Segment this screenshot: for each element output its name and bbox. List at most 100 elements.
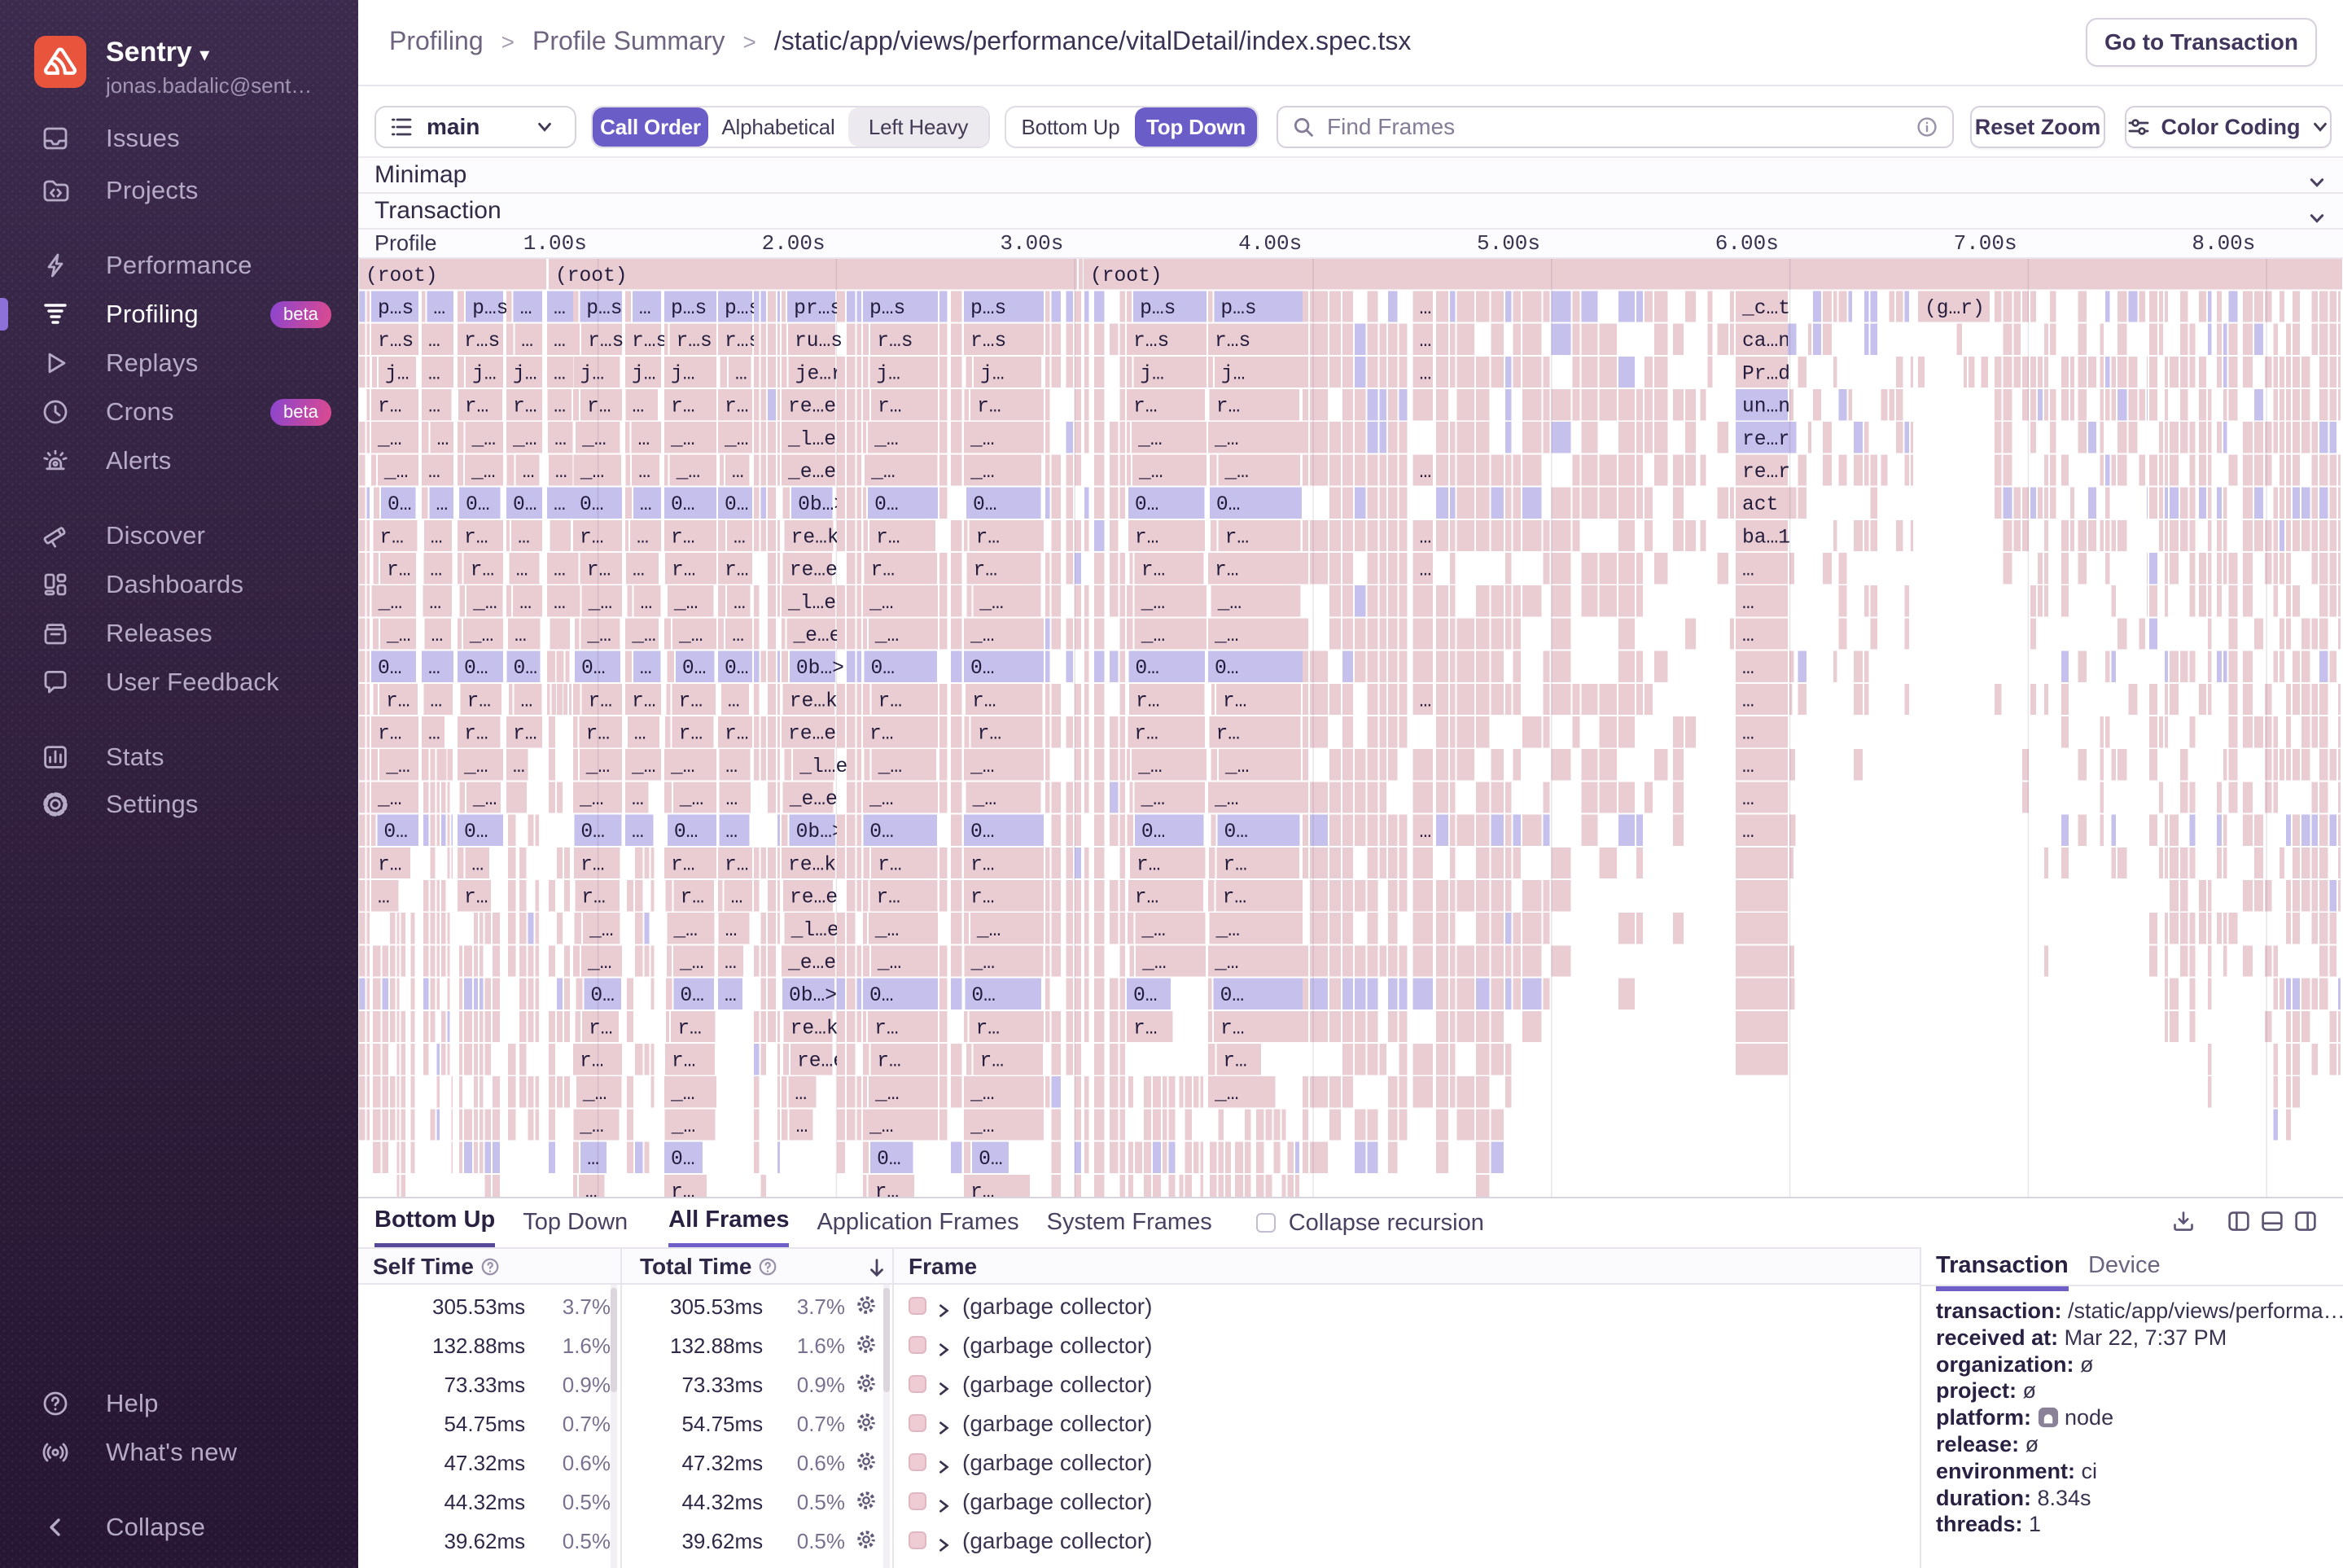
svg-text:…: … (554, 363, 566, 385)
svg-text:r…: r… (677, 1018, 702, 1040)
svg-text:_e…e: _e…e (787, 462, 836, 484)
svg-text:_e…e: _e…e (792, 625, 841, 647)
svg-text:r…: r… (1135, 887, 1159, 909)
svg-text:_e…e: _e…e (787, 953, 836, 975)
svg-text:r…: r… (387, 560, 411, 582)
svg-text:…: … (516, 560, 528, 582)
svg-text:r…: r… (725, 854, 749, 876)
svg-text:0…: 0… (581, 658, 606, 680)
svg-text:r…: r… (877, 1051, 901, 1073)
svg-text:…: … (725, 821, 738, 843)
svg-text:…: … (587, 1149, 599, 1171)
svg-text:_…: _… (679, 789, 704, 811)
svg-text:_…: _… (874, 920, 900, 942)
svg-text:j…: j… (1221, 363, 1246, 385)
svg-text:r…: r… (973, 560, 997, 582)
svg-text:…: … (633, 560, 645, 582)
svg-text:j…: j… (632, 363, 656, 385)
svg-text:…: … (428, 462, 440, 484)
svg-text:r…s: r…s (1215, 331, 1250, 353)
svg-text:_…: _… (972, 789, 997, 811)
svg-text:0…: 0… (682, 658, 707, 680)
svg-text:j…: j… (385, 363, 409, 385)
svg-text:r…: r… (1141, 560, 1166, 582)
svg-text:r…: r… (970, 1181, 995, 1198)
svg-text:r…s: r…s (877, 331, 913, 353)
svg-text:_…: _… (869, 1116, 894, 1138)
svg-text:r…: r… (589, 1018, 613, 1040)
svg-text:r…: r… (875, 1181, 900, 1198)
svg-text:Pr…d: Pr…d (1742, 363, 1790, 385)
svg-text:…: … (519, 593, 532, 615)
svg-text:ca…n: ca…n (1742, 331, 1790, 353)
svg-text:r…: r… (1133, 396, 1158, 418)
svg-text:(root): (root) (555, 265, 628, 287)
svg-text:…: … (1419, 560, 1431, 582)
svg-text:…: … (554, 396, 566, 418)
svg-text:0…: 0… (513, 494, 537, 516)
svg-text:r…: r… (1225, 527, 1250, 549)
svg-text:(g…r): (g…r) (1925, 298, 1985, 320)
svg-text:_…: _… (383, 462, 409, 484)
svg-text:re…k: re…k (790, 690, 838, 712)
svg-text:pr…s: pr…s (794, 298, 842, 320)
svg-text:r…: r… (1135, 527, 1159, 549)
svg-text:0…: 0… (514, 658, 538, 680)
svg-text:r…: r… (671, 854, 695, 876)
svg-text:_…: _… (1141, 789, 1166, 811)
svg-text:r…: r… (672, 560, 696, 582)
svg-text:0…: 0… (1135, 658, 1159, 680)
svg-text:p…s: p…s (1140, 298, 1176, 320)
svg-text:0…: 0… (388, 494, 412, 516)
svg-text:0b…>: 0b…> (789, 985, 837, 1007)
svg-text:…: … (638, 462, 650, 484)
svg-text:_e…e: _e…e (789, 789, 838, 811)
svg-text:…: … (725, 756, 738, 778)
svg-text:_…: _… (970, 1084, 995, 1106)
svg-text:(root): (root) (366, 265, 438, 287)
svg-text:_l…e: _l…e (787, 593, 836, 615)
svg-text:un…n: un…n (1742, 396, 1790, 418)
svg-text:…: … (638, 429, 650, 451)
svg-text:re…e: re…e (790, 560, 838, 582)
svg-text:r…: r… (970, 854, 995, 876)
svg-text:…: … (1742, 724, 1754, 746)
svg-text:_…: _… (472, 789, 497, 811)
svg-text:_…: _… (877, 953, 902, 975)
svg-text:r…: r… (878, 690, 902, 712)
svg-text:r…: r… (876, 887, 900, 909)
svg-text:0…: 0… (971, 985, 996, 1007)
svg-text:r…: r… (580, 527, 604, 549)
svg-text:0…: 0… (1224, 821, 1249, 843)
svg-text:p…s: p…s (586, 298, 622, 320)
svg-text:re…e: re…e (788, 724, 836, 746)
svg-text:r…: r… (970, 887, 995, 909)
svg-text:act: act (1742, 494, 1778, 516)
svg-text:r…: r… (876, 527, 900, 549)
svg-text:_…: _… (1141, 920, 1166, 942)
svg-text:_…: _… (970, 429, 995, 451)
svg-text:…: … (554, 560, 566, 582)
svg-text:…: … (437, 429, 449, 451)
svg-text:0…: 0… (1220, 985, 1245, 1007)
svg-text:j…: j… (1140, 363, 1164, 385)
svg-text:_…: _… (385, 756, 410, 778)
svg-text:0…: 0… (464, 821, 488, 843)
svg-text:_…: _… (1214, 429, 1239, 451)
svg-text:0…: 0… (725, 658, 749, 680)
svg-text:_…: _… (670, 1084, 695, 1106)
svg-text:0…: 0… (973, 494, 997, 516)
svg-text:…: … (471, 854, 484, 876)
svg-text:…: … (795, 1084, 807, 1106)
svg-text:0…: 0… (869, 821, 894, 843)
svg-text:…: … (513, 756, 525, 778)
svg-text:r…: r… (679, 690, 703, 712)
svg-text:r…: r… (378, 396, 402, 418)
svg-text:r…: r… (632, 690, 656, 712)
svg-text:r…: r… (464, 724, 488, 746)
svg-text:r…: r… (580, 1051, 604, 1073)
svg-text:r…: r… (979, 1051, 1004, 1073)
svg-text:j…: j… (580, 363, 605, 385)
svg-text:…: … (430, 690, 442, 712)
svg-text:r…: r… (464, 887, 488, 909)
